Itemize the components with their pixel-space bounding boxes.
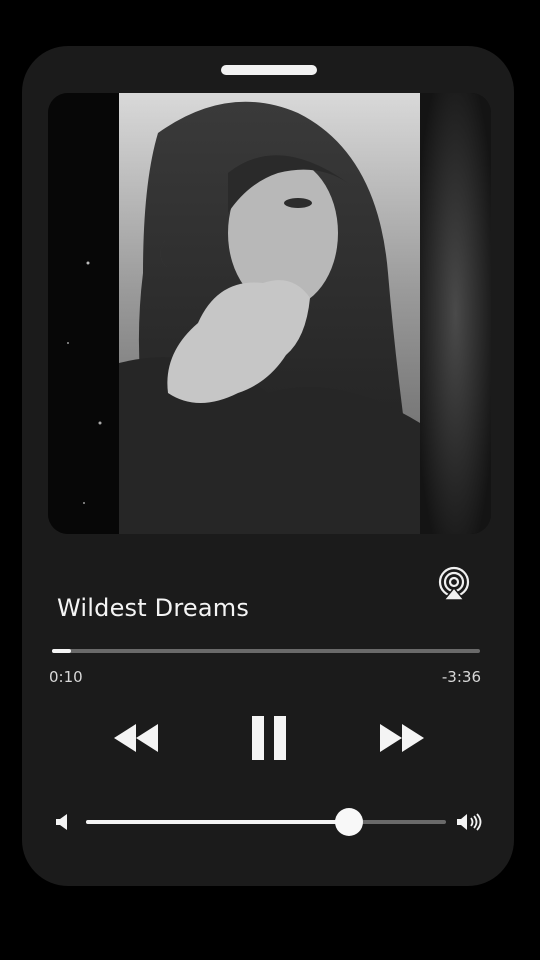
volume-high-icon bbox=[457, 813, 482, 831]
volume-low-icon bbox=[56, 814, 67, 830]
fast-forward-icon bbox=[380, 724, 424, 752]
progress-bar[interactable] bbox=[52, 649, 480, 653]
fast-forward-button[interactable] bbox=[376, 720, 428, 756]
airplay-button[interactable] bbox=[436, 566, 472, 602]
pause-icon bbox=[252, 716, 286, 760]
progress-fill bbox=[52, 649, 72, 653]
rewind-button[interactable] bbox=[110, 720, 162, 756]
album-artwork bbox=[48, 93, 491, 534]
grabber-handle[interactable] bbox=[221, 65, 317, 75]
volume-fill bbox=[86, 820, 349, 824]
time-elapsed: 0:10 bbox=[49, 668, 83, 686]
volume-high-button[interactable] bbox=[455, 812, 485, 832]
time-remaining: -3:36 bbox=[441, 668, 481, 686]
volume-thumb[interactable] bbox=[334, 808, 363, 836]
volume-slider[interactable] bbox=[86, 808, 446, 836]
song-title: Wildest Dreams bbox=[57, 594, 250, 622]
airplay-icon bbox=[438, 566, 470, 601]
rewind-icon bbox=[114, 724, 158, 752]
volume-low-button[interactable] bbox=[54, 812, 72, 832]
pause-button[interactable] bbox=[249, 714, 289, 762]
